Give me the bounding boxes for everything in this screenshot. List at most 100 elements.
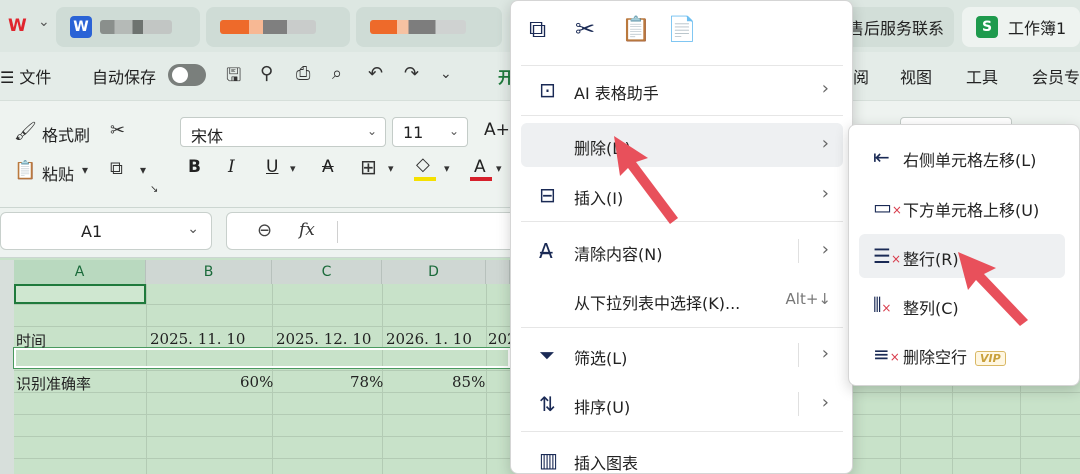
menu-item-insert[interactable]: ⊟ 插入(I) ›: [521, 173, 843, 217]
menu-item-insert-chart[interactable]: ▥ 插入图表: [521, 438, 843, 474]
cell-d3[interactable]: 2026. 1. 10: [386, 330, 472, 348]
fill-color-icon[interactable]: ◇: [416, 154, 430, 175]
wps-logo-icon[interactable]: W: [8, 16, 27, 36]
cell-b3[interactable]: 2025. 11. 10: [150, 330, 245, 348]
format-painter-button[interactable]: 格式刷: [42, 122, 90, 146]
share-icon[interactable]: ⚲: [260, 63, 273, 84]
paste-special-icon[interactable]: 📄: [667, 15, 697, 43]
tab-workbook-1[interactable]: S 工作簿1: [962, 7, 1080, 47]
menu-item-pick-from-list[interactable]: 从下拉列表中选择(K)... Alt+↓: [521, 278, 843, 322]
tab-document-1[interactable]: W: [56, 7, 200, 47]
dialog-launcher-icon[interactable]: ↘: [150, 184, 158, 195]
print-preview-icon[interactable]: ⌕: [332, 63, 342, 84]
submenu-item-entire-row[interactable]: ☰× 整行(R): [859, 234, 1065, 278]
chevron-down-icon[interactable]: ▾: [140, 163, 146, 177]
paste-icon[interactable]: 📋: [14, 160, 36, 181]
sort-icon: ⇅: [539, 392, 556, 416]
delete-submenu: ⇤ 右侧单元格左移(L) ▭× 下方单元格上移(U) ☰× 整行(R) ⫴× 整…: [848, 124, 1080, 386]
menu-item-sort[interactable]: ⇅ 排序(U) ›: [521, 382, 843, 426]
border-icon[interactable]: ⊞: [360, 155, 377, 179]
menu-file[interactable]: ☰ 文件: [0, 64, 51, 88]
column-header-b[interactable]: B: [146, 260, 272, 284]
increase-font-button[interactable]: A+: [484, 120, 510, 140]
chevron-down-icon: ⌄: [366, 124, 377, 138]
cut-icon[interactable]: ✂: [110, 120, 125, 141]
column-header-a[interactable]: A: [14, 260, 146, 284]
menu-review[interactable]: 阅: [853, 64, 869, 88]
chevron-down-icon[interactable]: ▾: [444, 162, 450, 175]
menu-view[interactable]: 视图: [900, 64, 932, 88]
format-painter-icon[interactable]: 🖌: [14, 121, 37, 142]
font-size-value: 11: [403, 123, 424, 142]
cut-icon[interactable]: ✂: [575, 15, 595, 43]
chevron-down-icon[interactable]: ⌄: [440, 66, 452, 82]
submenu-item-shift-left[interactable]: ⇤ 右侧单元格左移(L): [859, 135, 1065, 179]
tab-document-3[interactable]: [356, 7, 502, 47]
font-color-bar: [470, 177, 492, 181]
grid-line: [146, 284, 147, 474]
column-header-e[interactable]: [486, 260, 510, 284]
delete-column-icon: ⫴×: [873, 293, 892, 317]
delete-row-icon: ☰×: [873, 244, 901, 268]
menu-member[interactable]: 会员专: [1032, 64, 1080, 88]
delete-empty-rows-icon: ≡×: [873, 342, 900, 366]
selected-row-empty[interactable]: [13, 347, 511, 369]
search-icon[interactable]: ⊖: [257, 220, 272, 241]
copy-icon[interactable]: ⧉: [529, 15, 546, 43]
shift-cells-left-icon: ⇤: [873, 145, 890, 169]
row-headers[interactable]: [0, 260, 14, 474]
function-icon[interactable]: fx: [299, 220, 315, 240]
divider: [521, 221, 843, 222]
autosave-toggle[interactable]: [168, 64, 206, 86]
italic-button[interactable]: I: [228, 157, 235, 177]
strikethrough-button[interactable]: A: [322, 157, 334, 177]
tab-document-2[interactable]: [206, 7, 350, 47]
cell-c5[interactable]: 78%: [350, 373, 383, 391]
name-box[interactable]: A1 ⌄: [0, 212, 212, 250]
menu-item-filter[interactable]: ⏷ 筛选(L) ›: [521, 333, 843, 377]
menu-item-ai-assistant[interactable]: ⊡ AI 表格助手 ›: [521, 68, 843, 112]
chevron-down-icon[interactable]: ⌄: [38, 14, 50, 30]
formula-input[interactable]: ⊖ fx: [226, 212, 516, 250]
active-cell-a1[interactable]: [14, 284, 146, 304]
chevron-right-icon: ›: [821, 392, 829, 413]
underline-button[interactable]: U: [266, 157, 278, 177]
submenu-item-shift-up[interactable]: ▭× 下方单元格上移(U): [859, 185, 1065, 229]
paste-button[interactable]: 粘贴: [42, 161, 74, 185]
bold-button[interactable]: B: [188, 157, 201, 177]
paste-icon[interactable]: 📋: [621, 15, 651, 43]
submenu-item-delete-empty-rows[interactable]: ≡× 删除空行 VIP: [859, 332, 1065, 376]
chevron-right-icon: ›: [821, 343, 829, 364]
blurred-title: [370, 20, 466, 34]
submenu-item-label: 整行(R): [903, 250, 959, 269]
column-header-d[interactable]: D: [382, 260, 486, 284]
redo-icon[interactable]: ↷: [404, 63, 419, 84]
save-icon[interactable]: 🖫: [226, 63, 241, 93]
ai-icon: ⊡: [539, 78, 556, 102]
chevron-down-icon[interactable]: ▾: [388, 162, 394, 175]
chevron-down-icon[interactable]: ▾: [82, 163, 88, 177]
divider: [521, 65, 843, 66]
menu-tools[interactable]: 工具: [966, 64, 998, 88]
cell-d5[interactable]: 85%: [452, 373, 485, 391]
chevron-down-icon[interactable]: ▾: [290, 162, 296, 175]
undo-icon[interactable]: ↶: [368, 63, 383, 84]
menu-item-delete[interactable]: 删除(D) ›: [521, 123, 843, 167]
cell-b5[interactable]: 60%: [240, 373, 273, 391]
column-header-c[interactable]: C: [272, 260, 382, 284]
font-name-select[interactable]: 宋体 ⌄: [180, 117, 386, 147]
divider: [798, 239, 799, 263]
vip-badge: VIP: [975, 351, 1006, 366]
cell-c3[interactable]: 2025. 12. 10: [276, 330, 371, 348]
cell-a3[interactable]: 时间: [16, 330, 46, 351]
cell-a5[interactable]: 识别准确率: [16, 373, 91, 394]
chevron-down-icon: ⌄: [187, 221, 199, 237]
print-icon[interactable]: ⎙: [296, 63, 310, 84]
submenu-item-entire-column[interactable]: ⫴× 整列(C): [859, 283, 1065, 327]
chevron-down-icon[interactable]: ▾: [496, 162, 502, 175]
copy-icon[interactable]: ⧉: [110, 158, 123, 179]
font-size-select[interactable]: 11 ⌄: [392, 117, 468, 147]
font-color-button[interactable]: A: [474, 157, 486, 177]
context-menu: ⧉ ✂ 📋 📄 ⊡ AI 表格助手 › 删除(D) › ⊟ 插入(I) › A̶…: [510, 0, 853, 474]
menu-item-clear-content[interactable]: A̶ 清除内容(N) ›: [521, 229, 843, 273]
